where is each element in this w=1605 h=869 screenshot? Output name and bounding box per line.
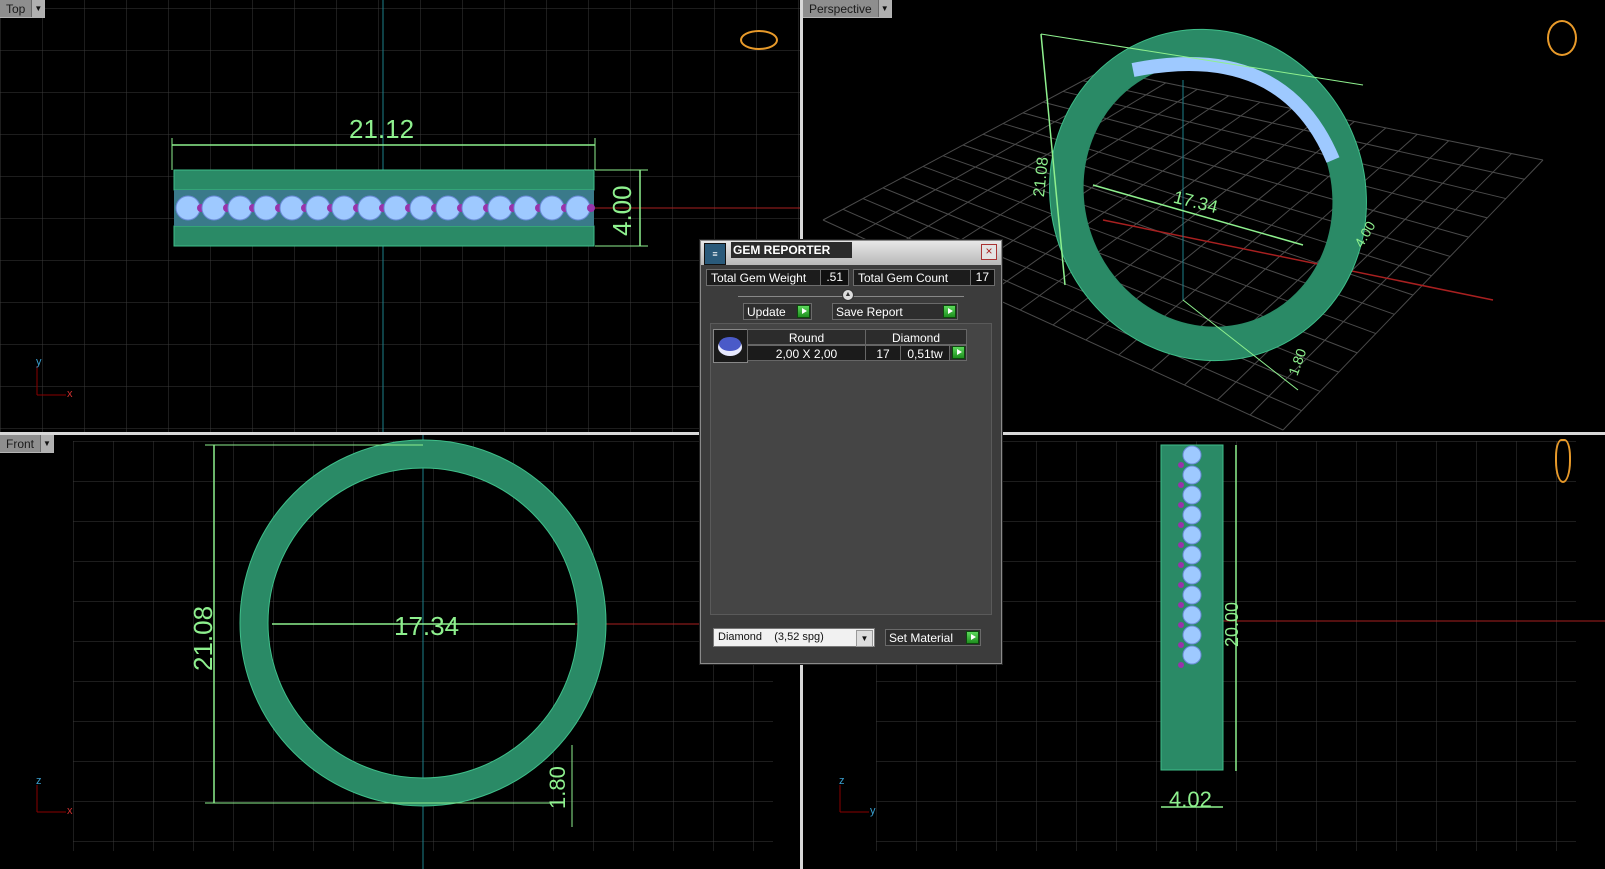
- chevron-down-icon[interactable]: ▼: [856, 630, 873, 647]
- gem-reporter-icon: ≡: [704, 243, 726, 265]
- total-gem-count-value: 17: [969, 270, 994, 285]
- update-button[interactable]: Update: [743, 303, 812, 320]
- chevron-down-icon[interactable]: ▼: [40, 435, 54, 452]
- top-grid: [0, 0, 800, 432]
- arrow-right-icon: [952, 346, 965, 359]
- dimension-width: 21.12: [349, 114, 415, 144]
- gem-reporter-dialog[interactable]: ≡ GEM REPORTER × Total Gem Weight .51 To…: [700, 240, 1002, 664]
- viewport-perspective-label[interactable]: Perspective ▼: [803, 0, 892, 18]
- arrow-right-icon: [797, 305, 810, 318]
- collapse-toggle[interactable]: ▲: [842, 289, 854, 301]
- gem-shape-header: Round: [747, 329, 866, 345]
- gem-row-select-button[interactable]: [949, 345, 967, 361]
- chevron-down-icon[interactable]: ▼: [31, 0, 45, 17]
- axis-y-label: y: [36, 356, 42, 368]
- axis-z-label: z: [839, 775, 845, 787]
- chevron-down-icon[interactable]: ▼: [877, 0, 891, 17]
- gem-weight-cell: 0,51tw: [900, 345, 950, 361]
- close-icon[interactable]: ×: [981, 244, 997, 260]
- save-report-button[interactable]: Save Report: [832, 303, 958, 320]
- viewport-front[interactable]: Front ▼ 21.08 17.34 1.80 z x: [0, 435, 800, 869]
- gem-size-cell: 2,00 X 2,00: [747, 345, 866, 361]
- axis-z-label: z: [36, 775, 42, 787]
- gem-thumbnail-icon: [713, 329, 748, 363]
- material-select-value: Diamond (3,52 spg): [718, 631, 824, 643]
- set-material-button[interactable]: Set Material: [885, 629, 981, 646]
- ring-icon[interactable]: [740, 30, 778, 50]
- material-select[interactable]: Diamond (3,52 spg) ▼: [713, 628, 875, 647]
- dimension-inner: 17.34: [394, 611, 460, 641]
- ring-icon[interactable]: [1547, 20, 1577, 56]
- set-material-button-label: Set Material: [889, 631, 954, 645]
- dialog-titlebar[interactable]: ≡ GEM REPORTER ×: [701, 241, 1001, 265]
- arrow-right-icon: [943, 305, 956, 318]
- axis-x-label: x: [67, 805, 73, 817]
- viewport-top[interactable]: Top ▼ 21.12 4.00 y x: [0, 0, 800, 432]
- viewport-label-text: Front: [6, 436, 35, 451]
- axis-y-label: y: [870, 805, 876, 817]
- save-report-button-label: Save Report: [836, 305, 903, 319]
- gem-count-cell: 17: [865, 345, 901, 361]
- dimension-thickness: 1.80: [545, 766, 570, 809]
- dimension-width: 4.02: [1169, 787, 1212, 812]
- gem-list[interactable]: Round Diamond 2,00 X 2,00 17 0,51tw: [710, 323, 992, 615]
- pendant-icon[interactable]: [1555, 439, 1571, 483]
- viewport-label-text: Top: [6, 1, 26, 16]
- viewport-top-label[interactable]: Top ▼: [0, 0, 46, 18]
- total-gem-weight-label: Total Gem Weight: [711, 271, 807, 285]
- update-button-label: Update: [747, 305, 786, 319]
- viewport-label-text: Perspective: [809, 1, 872, 16]
- arrow-right-icon: [966, 631, 979, 644]
- total-gem-weight-field: Total Gem Weight .51: [706, 269, 849, 286]
- viewport-front-label[interactable]: Front ▼: [0, 435, 55, 453]
- gem-material-header: Diamond: [865, 329, 967, 345]
- dialog-title: GEM REPORTER: [731, 242, 853, 258]
- dimension-height: 4.00: [607, 185, 637, 236]
- axis-x-label: x: [67, 388, 73, 400]
- total-gem-weight-value: .51: [820, 270, 848, 285]
- total-gem-count-label: Total Gem Count: [858, 271, 949, 285]
- front-grid: [36, 435, 800, 869]
- dimension-height: 21.08: [188, 605, 218, 671]
- dimension-side: 20.00: [1222, 601, 1242, 647]
- total-gem-count-field: Total Gem Count 17: [853, 269, 995, 286]
